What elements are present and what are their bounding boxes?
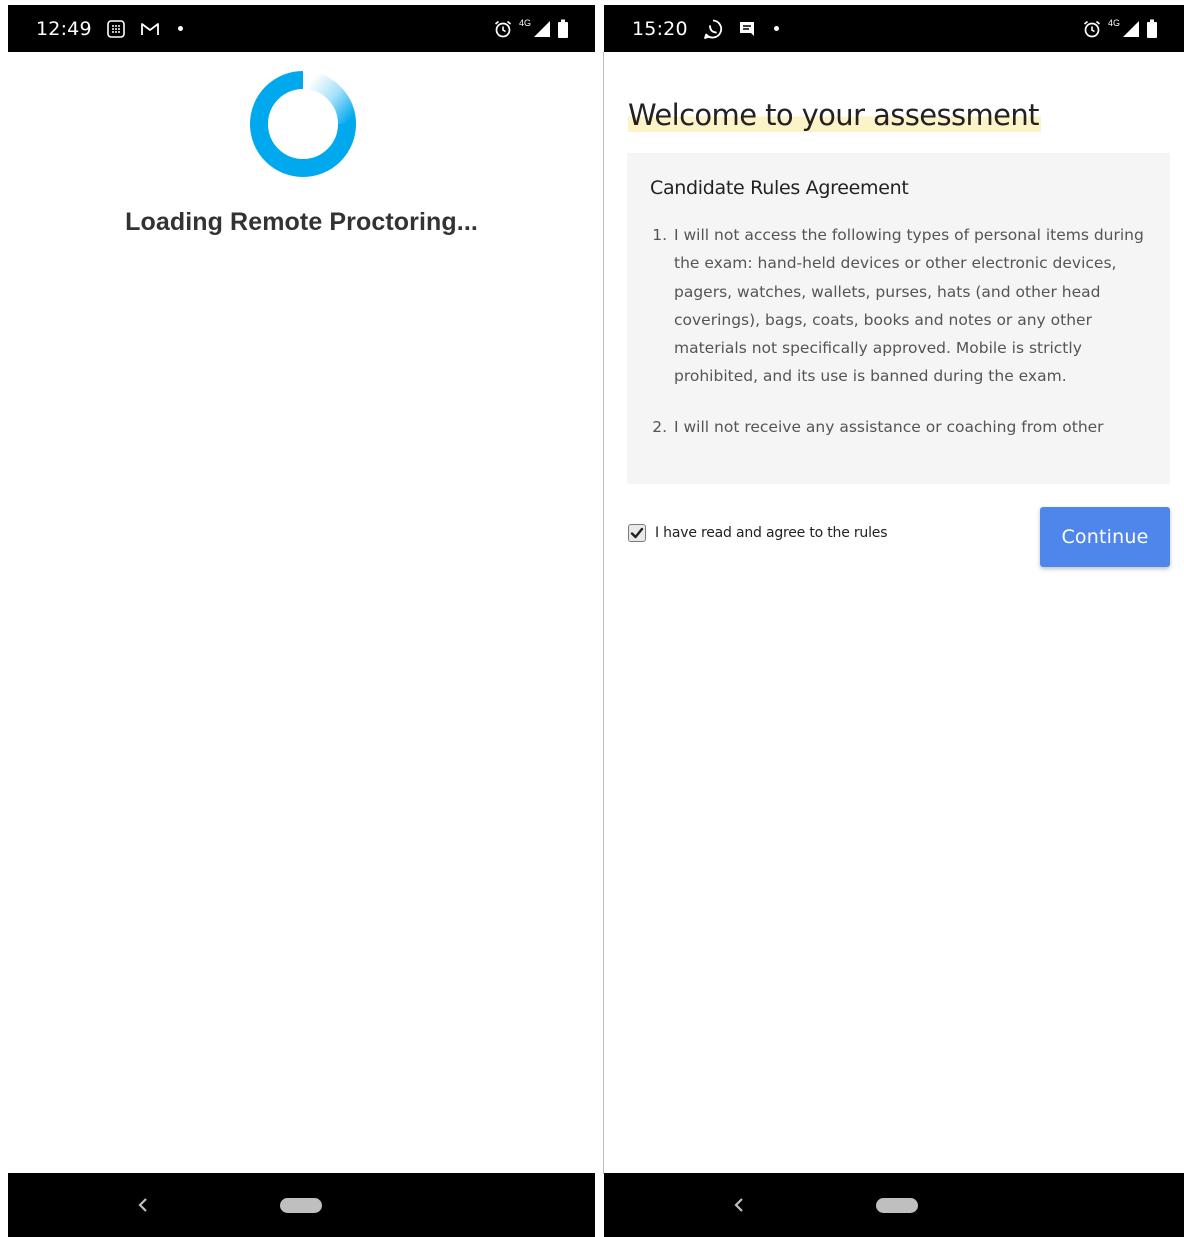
message-icon xyxy=(738,20,756,38)
navigation-bar xyxy=(8,1173,595,1237)
status-time: 15:20 xyxy=(632,17,688,40)
alarm-icon xyxy=(493,19,513,39)
rules-list: I will not access the following types of… xyxy=(650,221,1146,441)
left-phone-screen: 12:49 4G Loading Remote Proctoring... xyxy=(8,5,595,1237)
alarm-icon xyxy=(1082,19,1102,39)
back-icon[interactable] xyxy=(728,1193,752,1217)
4g-icon: 4G xyxy=(1107,17,1120,28)
4g-icon: 4G xyxy=(518,17,531,28)
loading-message: Loading Remote Proctoring... xyxy=(125,208,478,236)
calculator-icon xyxy=(106,19,126,39)
back-icon[interactable] xyxy=(132,1193,156,1217)
rule-item: I will not access the following types of… xyxy=(672,221,1146,391)
agree-checkbox[interactable] xyxy=(628,524,646,542)
battery-icon xyxy=(1146,19,1158,39)
rules-title: Candidate Rules Agreement xyxy=(650,177,909,199)
continue-button[interactable]: Continue xyxy=(1040,507,1170,567)
status-bar: 15:20 4G xyxy=(604,5,1184,52)
loading-spinner xyxy=(247,68,359,180)
home-button[interactable] xyxy=(280,1198,322,1213)
rule-item: I will not receive any assistance or coa… xyxy=(672,413,1146,441)
notification-dot xyxy=(177,26,183,31)
checkmark-icon xyxy=(630,527,644,539)
whatsapp-icon xyxy=(702,18,724,40)
agree-label: I have read and agree to the rules xyxy=(655,525,888,541)
battery-icon xyxy=(557,19,569,39)
notification-dot xyxy=(773,26,779,31)
signal-icon xyxy=(533,20,551,38)
gmail-icon xyxy=(140,21,160,37)
right-phone-screen: 15:20 4G Welcome to your assessment Cand… xyxy=(604,5,1184,1237)
signal-icon xyxy=(1122,20,1140,38)
home-button[interactable] xyxy=(876,1198,918,1213)
status-bar: 12:49 4G xyxy=(8,5,595,52)
navigation-bar xyxy=(604,1173,1184,1237)
status-time: 12:49 xyxy=(36,17,92,40)
agree-row: I have read and agree to the rules xyxy=(628,524,887,542)
rules-panel[interactable]: Candidate Rules Agreement I will not acc… xyxy=(627,153,1170,484)
page-title: Welcome to your assessment xyxy=(628,98,1041,132)
